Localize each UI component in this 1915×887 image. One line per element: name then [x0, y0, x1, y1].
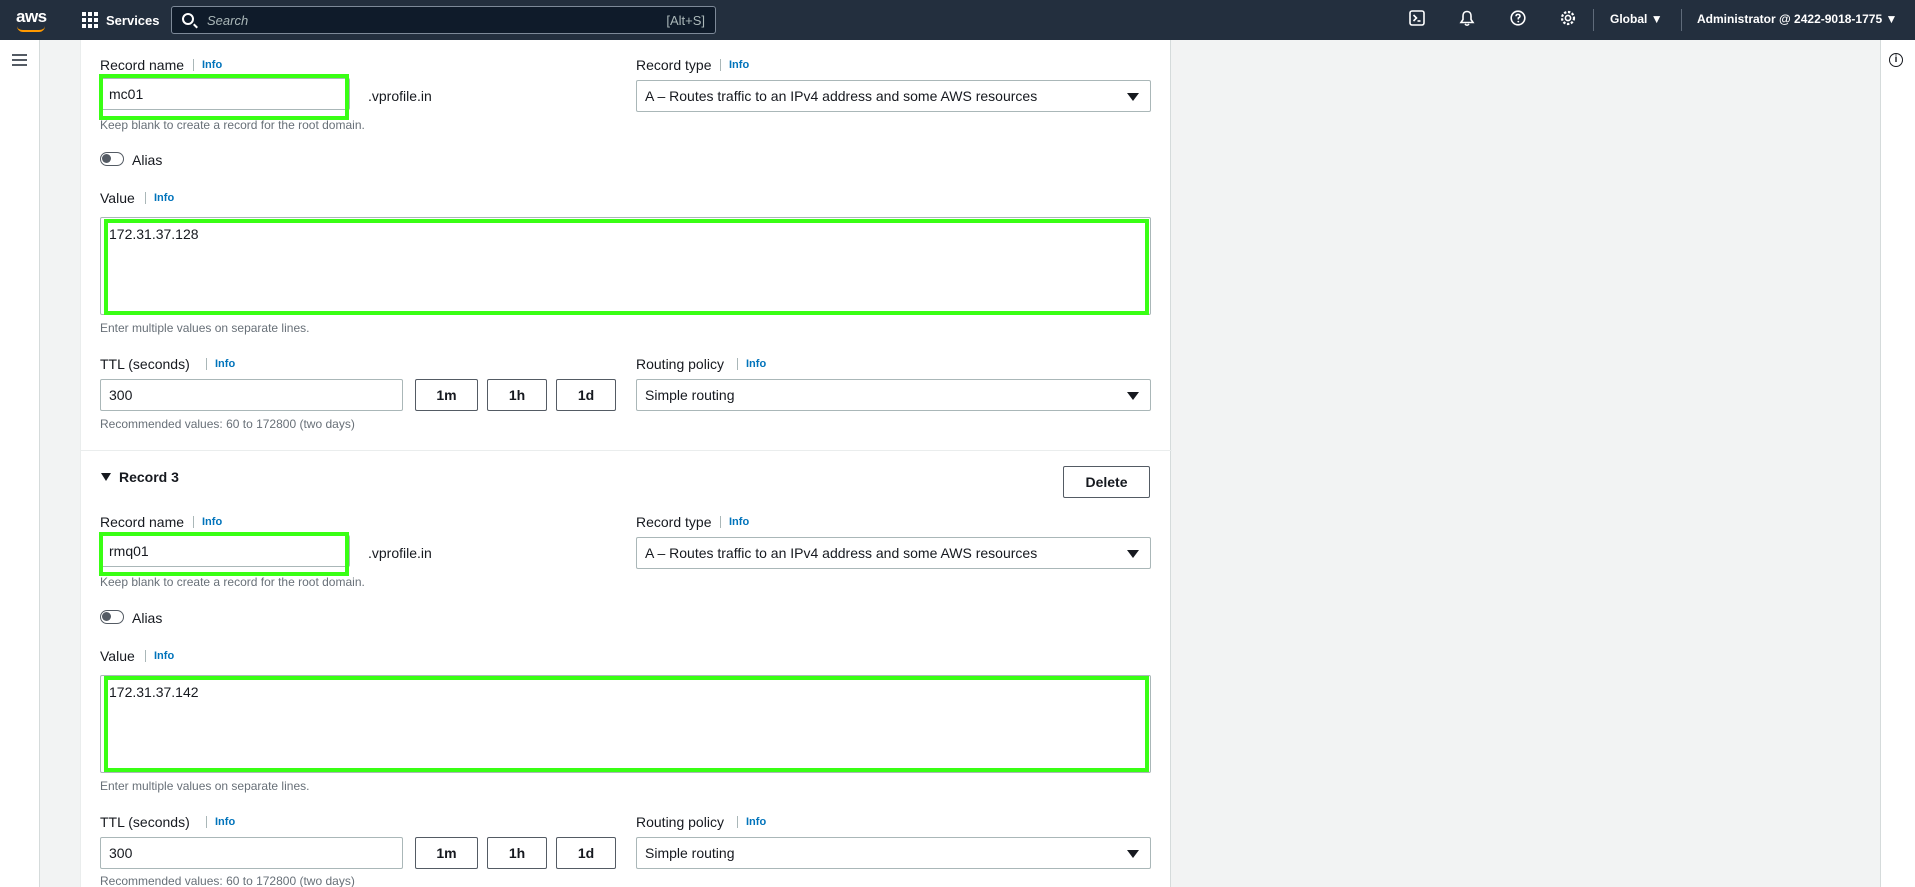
delete-button[interactable]: Delete [1063, 466, 1150, 498]
alias-toggle[interactable] [100, 610, 124, 624]
nav-divider [1681, 9, 1682, 31]
ttl-1h-button[interactable]: 1h [487, 837, 547, 869]
services-menu-button[interactable]: Services [82, 10, 160, 30]
value-label: Value [100, 648, 135, 664]
record-type-info-link[interactable]: Info [720, 516, 749, 528]
cloudshell-icon[interactable] [1407, 10, 1427, 30]
ttl-1h-button[interactable]: 1h [487, 379, 547, 411]
nav-divider [1593, 9, 1594, 31]
tools-panel: i [1880, 40, 1915, 887]
ttl-input[interactable]: 300 [100, 837, 403, 869]
value-hint: Enter multiple values on separate lines. [100, 321, 310, 335]
caret-down-icon [1127, 392, 1139, 400]
record-type-value: A – Routes traffic to an IPv4 address an… [645, 545, 1038, 561]
top-nav: aws Services Search [Alt+S] Global ▼ Adm… [0, 0, 1915, 40]
record-name-info-link[interactable]: Info [193, 59, 222, 71]
record-type-value: A – Routes traffic to an IPv4 address an… [645, 88, 1038, 104]
alias-toggle[interactable] [100, 152, 124, 166]
search-placeholder: Search [207, 13, 249, 28]
settings-icon[interactable] [1558, 10, 1578, 30]
alias-label: Alias [132, 152, 163, 168]
record-name-info-link[interactable]: Info [193, 516, 222, 528]
search-shortcut: [Alt+S] [666, 13, 705, 28]
ttl-1m-button[interactable]: 1m [415, 837, 478, 869]
record-name-input[interactable]: mc01 [100, 78, 350, 110]
services-label: Services [106, 12, 160, 28]
domain-suffix: .vprofile.in [368, 545, 432, 561]
record-type-select[interactable]: A – Routes traffic to an IPv4 address an… [636, 537, 1151, 569]
routing-policy-select[interactable]: Simple routing [636, 379, 1151, 411]
ttl-1d-button[interactable]: 1d [556, 837, 616, 869]
help-icon[interactable] [1508, 10, 1528, 30]
caret-down-icon [1127, 850, 1139, 858]
record-type-label: Record type [636, 57, 712, 73]
ttl-hint: Recommended values: 60 to 172800 (two da… [100, 417, 355, 431]
caret-down-icon[interactable] [101, 473, 111, 481]
routing-policy-label: Routing policy [636, 814, 724, 830]
record-name-hint: Keep blank to create a record for the ro… [100, 118, 365, 132]
ttl-label: TTL (seconds) [100, 814, 190, 830]
account-menu[interactable]: Administrator @ 2422-9018-1775 ▼ [1697, 12, 1897, 26]
caret-down-icon [1127, 550, 1139, 558]
region-selector[interactable]: Global ▼ [1610, 12, 1663, 26]
grid-icon [82, 12, 98, 28]
value-label: Value [100, 190, 135, 206]
record-type-info-link[interactable]: Info [720, 59, 749, 71]
routing-policy-select[interactable]: Simple routing [636, 837, 1151, 869]
record-name-hint: Keep blank to create a record for the ro… [100, 575, 365, 589]
record-name-label: Record name [100, 514, 185, 530]
record-divider [81, 450, 1172, 451]
record-name-label: Record name [100, 57, 185, 73]
record-heading[interactable]: Record 3 [119, 469, 179, 485]
ttl-label: TTL (seconds) [100, 356, 190, 372]
account-label: Administrator @ 2422-9018-1775 [1697, 12, 1883, 26]
info-icon[interactable]: i [1889, 53, 1903, 67]
routing-policy-value: Simple routing [645, 845, 735, 861]
caret-down-icon [1127, 93, 1139, 101]
value-textarea[interactable]: 172.31.37.128 [100, 217, 1151, 315]
aws-logo[interactable]: aws [16, 7, 47, 32]
ttl-1m-button[interactable]: 1m [415, 379, 478, 411]
search-icon [182, 13, 194, 25]
side-navigation [0, 40, 40, 887]
routing-policy-value: Simple routing [645, 387, 735, 403]
record-name-input[interactable]: rmq01 [100, 535, 350, 567]
ttl-info-link[interactable]: Info [206, 358, 235, 370]
value-textarea[interactable]: 172.31.37.142 [100, 675, 1151, 773]
record-type-select[interactable]: A – Routes traffic to an IPv4 address an… [636, 80, 1151, 112]
chevron-down-icon: ▼ [1885, 12, 1898, 26]
menu-icon[interactable] [12, 54, 27, 66]
value-info-link[interactable]: Info [145, 192, 174, 204]
chevron-down-icon: ▼ [1650, 12, 1663, 26]
value-info-link[interactable]: Info [145, 650, 174, 662]
search-input[interactable]: Search [Alt+S] [171, 6, 716, 34]
value-hint: Enter multiple values on separate lines. [100, 779, 310, 793]
routing-policy-info-link[interactable]: Info [737, 816, 766, 828]
records-panel: Record name Info mc01 .vprofile.in Keep … [80, 40, 1172, 887]
ttl-hint: Recommended values: 60 to 172800 (two da… [100, 874, 355, 887]
alias-label: Alias [132, 610, 163, 626]
ttl-1d-button[interactable]: 1d [556, 379, 616, 411]
ttl-info-link[interactable]: Info [206, 816, 235, 828]
ttl-input[interactable]: 300 [100, 379, 403, 411]
routing-policy-info-link[interactable]: Info [737, 358, 766, 370]
aws-logo-text: aws [16, 7, 47, 26]
record-type-label: Record type [636, 514, 712, 530]
region-label: Global [1610, 12, 1648, 26]
routing-policy-label: Routing policy [636, 356, 724, 372]
bell-icon[interactable] [1457, 10, 1477, 30]
domain-suffix: .vprofile.in [368, 88, 432, 104]
